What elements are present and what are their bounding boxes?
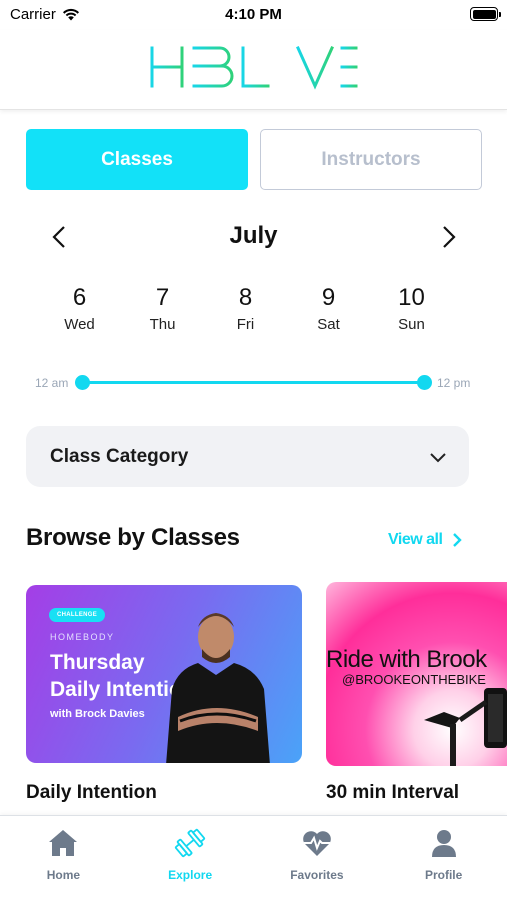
heart-pulse-icon xyxy=(303,831,331,856)
status-bar: Carrier 4:10 PM xyxy=(0,0,507,30)
day-name: Fri xyxy=(236,316,255,333)
day-number: 7 xyxy=(155,284,170,311)
dumbbell-icon xyxy=(175,828,206,858)
person-icon xyxy=(431,830,456,857)
day-name: Sat xyxy=(317,316,340,333)
chevron-right-icon xyxy=(453,533,463,547)
day-name: Thu xyxy=(149,316,176,333)
class-category-dropdown[interactable]: Class Category xyxy=(26,426,469,487)
day-item[interactable]: 9 Sat xyxy=(287,284,370,344)
bike-photo xyxy=(424,688,507,766)
challenge-badge: CHALLENGE xyxy=(49,608,106,622)
day-selector: 6 Wed 7 Thu 8 Fri 9 Sat 10 Sun xyxy=(38,284,454,344)
time-start-label: 12 am xyxy=(35,376,69,390)
card-headline-line1: Thursday xyxy=(50,651,145,674)
day-number: 8 xyxy=(238,284,253,311)
home-icon xyxy=(49,830,78,856)
section-title: Browse by Classes xyxy=(26,524,240,551)
tab-classes[interactable]: Classes xyxy=(26,129,248,190)
tab-classes-label: Classes xyxy=(101,148,173,170)
day-item[interactable]: 8 Fri xyxy=(204,284,287,344)
card-instructor: with Brock Davies xyxy=(50,708,145,720)
nav-item-favorites[interactable]: Favorites xyxy=(254,816,381,900)
nav-label-explore: Explore xyxy=(168,868,213,882)
nav-label-favorites: Favorites xyxy=(290,868,344,882)
chevron-right-icon[interactable] xyxy=(436,225,460,249)
nav-label-profile: Profile xyxy=(424,868,463,882)
chevron-down-icon xyxy=(430,453,446,463)
slider-track[interactable] xyxy=(82,381,424,384)
class-category-label: Class Category xyxy=(50,446,189,467)
tab-instructors[interactable]: Instructors xyxy=(260,129,482,190)
time-range-slider: 12 am 12 pm xyxy=(0,370,507,396)
card-headline: Ride with Brook xyxy=(326,646,487,673)
app-header xyxy=(0,30,507,110)
card-brand: HOMEBODY xyxy=(50,632,115,642)
hblive-logo xyxy=(150,46,358,90)
nav-item-home[interactable]: Home xyxy=(0,816,127,900)
slider-start-handle[interactable] xyxy=(75,375,90,390)
class-card-daily-intention[interactable]: CHALLENGE HOMEBODY Thursday Daily Intent… xyxy=(26,585,302,763)
card-title: Daily Intention xyxy=(26,782,157,803)
day-item[interactable]: 7 Thu xyxy=(121,284,204,344)
view-all-label: View all xyxy=(388,531,443,548)
day-name: Sun xyxy=(398,316,425,333)
day-name: Wed xyxy=(64,316,95,333)
instructor-photo xyxy=(166,613,270,763)
view-all-link[interactable]: View all xyxy=(388,531,464,549)
nav-label-home: Home xyxy=(46,868,81,882)
class-card-30-min-interval[interactable]: Ride with Brook @BROOKEONTHEBIKE xyxy=(326,582,507,766)
battery-icon xyxy=(470,7,501,21)
day-item[interactable]: 6 Wed xyxy=(38,284,121,344)
month-title: July xyxy=(229,222,278,249)
month-navigator: July xyxy=(0,217,507,257)
tab-instructors-label: Instructors xyxy=(321,148,421,170)
day-number: 9 xyxy=(321,284,336,311)
nav-item-explore[interactable]: Explore xyxy=(127,816,254,900)
bottom-tab-bar: Home Explore Favorites Profile xyxy=(0,815,507,900)
card-title: 30 min Interval xyxy=(326,782,460,803)
day-number: 10 xyxy=(398,284,425,311)
day-item[interactable]: 10 Sun xyxy=(370,284,453,344)
slider-end-handle[interactable] xyxy=(417,375,432,390)
nav-item-profile[interactable]: Profile xyxy=(380,816,507,900)
status-time: 4:10 PM xyxy=(225,6,282,23)
day-number: 6 xyxy=(72,284,87,311)
time-end-label: 12 pm xyxy=(437,376,471,390)
